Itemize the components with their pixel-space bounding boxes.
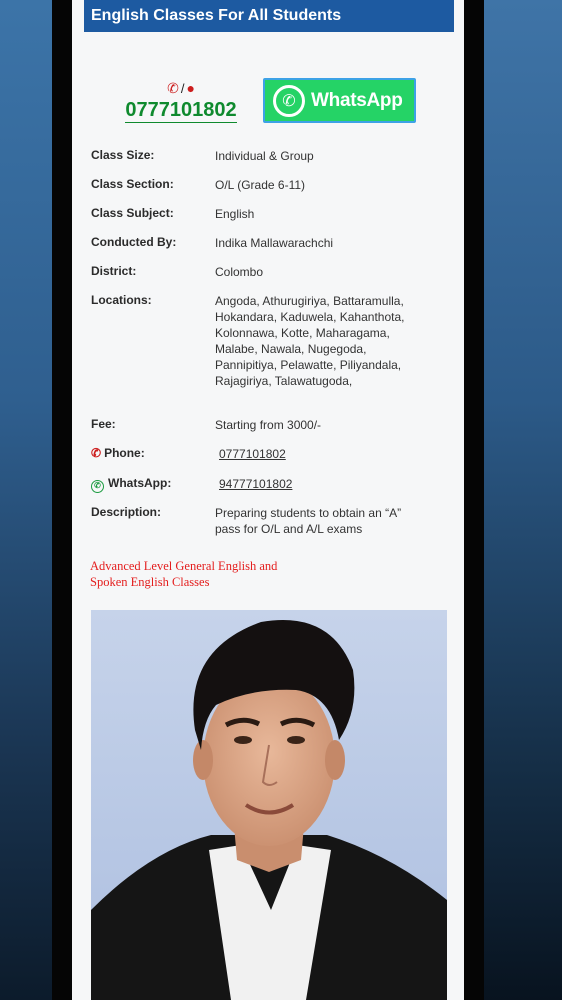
fee-value: Starting from 3000/- (215, 418, 322, 432)
district-value: Colombo (215, 265, 264, 279)
class-size-value: Individual & Group (215, 149, 314, 163)
chat-bubble-icon: ● (186, 80, 195, 96)
phone-link[interactable]: 0777101802 (219, 446, 429, 462)
fee-label: Fee: (91, 417, 116, 431)
phone-number-link[interactable]: 0777101802 (125, 99, 237, 123)
phone-icon: ✆ (91, 446, 102, 460)
description-value: Preparing students to obtain an “A” pass… (215, 505, 425, 537)
class-subject-value: English (215, 207, 255, 221)
conducted-by-value: Indika Mallawarachchi (215, 236, 334, 250)
locations-value: Angoda, Athurugiriya, Battaramulla, Hoka… (215, 293, 425, 389)
whatsapp-link[interactable]: 94777101802 (219, 476, 429, 492)
background-left-border (52, 0, 72, 1000)
phone-contact-block[interactable]: ✆ / ● 0777101802 (119, 80, 243, 123)
whatsapp-icon: ✆ (273, 84, 305, 117)
page-title: English Classes For All Students (84, 0, 454, 32)
conducted-by-label: Conducted By: (91, 235, 177, 249)
course-subtitle: Advanced Level General English and Spoke… (90, 558, 310, 590)
whatsapp-button[interactable]: ✆ WhatsApp (263, 78, 416, 123)
whatsapp-icon: ✆ (91, 480, 104, 493)
class-listing-page: English Classes For All Students ✆ / ● 077… (72, 0, 464, 1000)
call-sms-icons: ✆ / ● (119, 80, 243, 96)
background-right-panel (484, 0, 562, 1000)
class-subject-label: Class Subject: (91, 206, 174, 220)
phone-icon: ✆ (167, 80, 179, 96)
phone-label: Phone: (104, 446, 145, 460)
class-size-label: Class Size: (91, 148, 155, 162)
description-line: pass for O/L and A/L exams (215, 522, 363, 536)
locations-line: Kolonnawa, Kotte, Maharagama, (215, 326, 390, 340)
description-label: Description: (91, 505, 162, 519)
class-section-value: O/L (Grade 6-11) (215, 178, 306, 192)
locations-line: Malabe, Nawala, Nugegoda, (215, 342, 367, 356)
phone-label-wrap: ✆ Phone: (91, 446, 145, 460)
locations-label: Locations: (91, 293, 152, 307)
locations-line: Rajagiriya, Talawatugoda, (215, 374, 353, 388)
locations-line: Hokandara, Kaduwela, Kahanthota, (215, 310, 405, 324)
subtitle-line: Spoken English Classes (90, 575, 210, 589)
whatsapp-button-label: WhatsApp (311, 89, 403, 111)
subtitle-line: Advanced Level General English and (90, 559, 278, 573)
background-right-border (464, 0, 484, 1000)
district-label: District: (91, 264, 137, 278)
teacher-portrait-image (91, 620, 447, 1000)
locations-line: Angoda, Athurugiriya, Battaramulla, (215, 294, 404, 308)
teacher-photo (91, 610, 447, 1000)
background-left-panel (0, 0, 52, 1000)
description-line: Preparing students to obtain an “A” (215, 506, 402, 520)
locations-line: Pannipitiya, Pelawatte, Piliyandala, (215, 358, 402, 372)
whatsapp-label-wrap: ✆ WhatsApp: (91, 476, 171, 493)
whatsapp-label: WhatsApp: (108, 476, 172, 490)
class-section-label: Class Section: (91, 177, 174, 191)
slash-separator: / (180, 81, 185, 96)
